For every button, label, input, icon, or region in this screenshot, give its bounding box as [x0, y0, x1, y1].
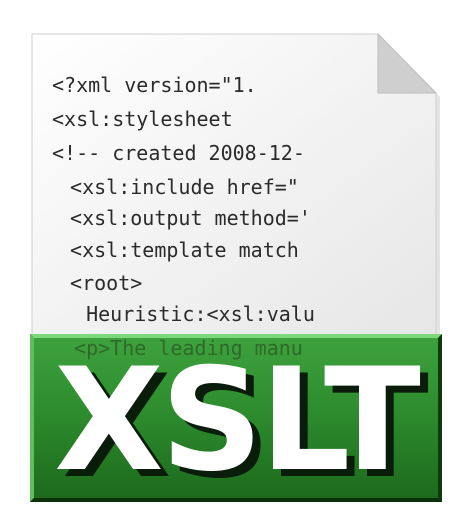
code-line: <xsl:template match	[58, 238, 299, 262]
code-line: <xsl:include href="	[58, 175, 299, 199]
code-line: Heuristic:<xsl:valu	[62, 302, 315, 326]
code-line: <xsl:stylesheet	[52, 107, 233, 131]
code-line: <root>	[58, 271, 143, 295]
code-line: <?xml version="1.	[52, 73, 257, 97]
code-line: <xsl:output method='	[58, 206, 311, 230]
xslt-label: XSLT	[54, 338, 421, 503]
code-line: <!-- created 2008-12-	[52, 141, 305, 165]
xslt-badge: XSLT	[30, 334, 442, 502]
